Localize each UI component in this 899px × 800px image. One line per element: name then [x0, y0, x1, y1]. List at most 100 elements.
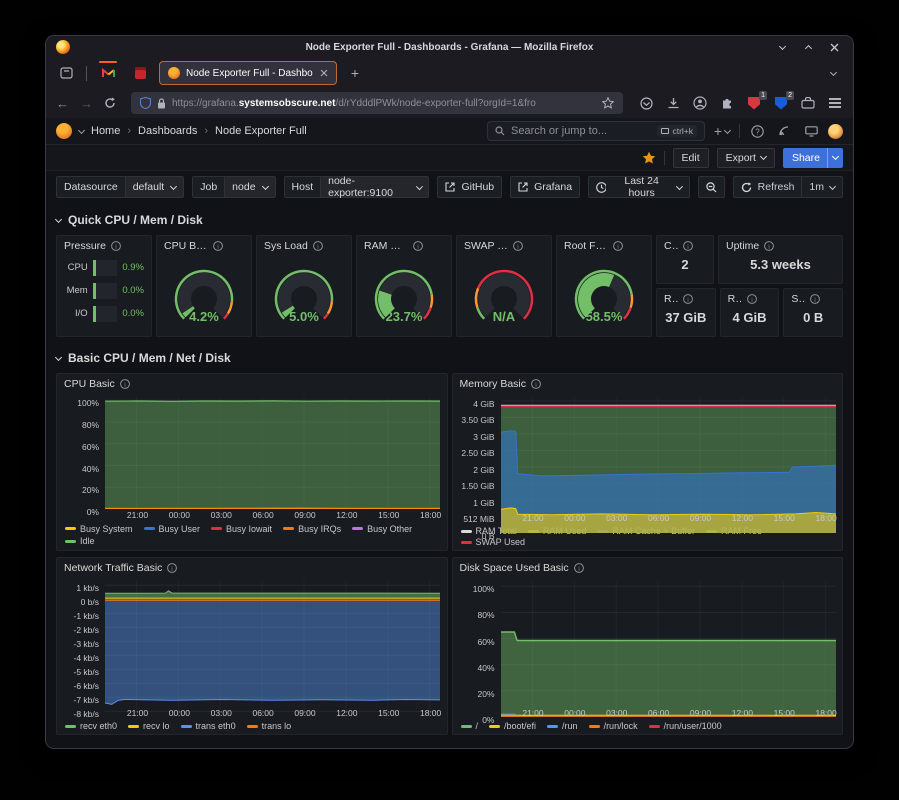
legend-item[interactable]: /	[461, 721, 479, 731]
tab-close-icon[interactable]	[320, 69, 328, 77]
legend-item[interactable]: /run/user/1000	[649, 721, 722, 731]
adblock-icon[interactable]: 1	[746, 95, 762, 111]
help-icon[interactable]: ?	[747, 125, 767, 138]
legend-item[interactable]: /run	[547, 721, 578, 731]
legend-swatch	[65, 725, 76, 728]
plot-area[interactable]	[105, 397, 440, 509]
job-select[interactable]: node	[224, 176, 275, 198]
plot-area[interactable]	[501, 397, 836, 512]
reload-icon[interactable]	[104, 97, 116, 109]
info-icon[interactable]: i	[111, 241, 121, 251]
panel-title[interactable]: CPU Busy	[164, 240, 208, 252]
panel-title[interactable]: Disk Space Used Basic	[460, 562, 569, 574]
legend-item[interactable]: trans eth0	[181, 721, 236, 731]
grafana-link-button[interactable]: Grafana	[510, 176, 580, 198]
info-icon[interactable]: i	[413, 241, 423, 251]
downloads-icon[interactable]	[665, 95, 681, 111]
info-icon[interactable]: i	[513, 241, 523, 251]
info-icon[interactable]: i	[683, 294, 693, 304]
legend-item[interactable]: Busy Other	[352, 524, 412, 534]
info-icon[interactable]: i	[764, 241, 774, 251]
plot-area[interactable]	[105, 581, 440, 707]
share-button[interactable]: Share	[783, 148, 827, 168]
pinned-tab-redapp[interactable]	[127, 61, 153, 85]
favorite-star-icon[interactable]	[642, 151, 656, 165]
url-bar[interactable]: https://grafana.systemsobscure.net/d/rYd…	[131, 92, 623, 114]
panel-title[interactable]: RootFS Total	[664, 293, 678, 305]
info-icon[interactable]: i	[810, 294, 820, 304]
zoom-out-button[interactable]	[698, 176, 725, 198]
display-icon[interactable]	[801, 126, 821, 137]
edit-button[interactable]: Edit	[673, 148, 709, 168]
panel-title[interactable]: RAM Used	[364, 240, 408, 252]
panel-title[interactable]: Uptime	[726, 240, 759, 252]
legend-item[interactable]: /boot/efi	[489, 721, 536, 731]
share-menu-chevron[interactable]	[827, 148, 843, 168]
legend-item[interactable]: Busy System	[65, 524, 133, 534]
legend-item[interactable]: Busy User	[144, 524, 201, 534]
info-icon[interactable]: i	[213, 241, 223, 251]
host-select[interactable]: node-exporter:9100	[320, 176, 429, 198]
breadcrumb-home[interactable]: Home	[91, 125, 120, 137]
panel-title[interactable]: Root FS Used	[564, 240, 608, 252]
legend-item[interactable]: recv eth0	[65, 721, 117, 731]
github-link-button[interactable]: GitHub	[437, 176, 502, 198]
panel-title[interactable]: SWAP Total	[791, 293, 805, 305]
info-icon[interactable]: i	[683, 241, 693, 251]
section-quick[interactable]: Quick CPU / Mem / Disk	[56, 209, 843, 231]
panel-title[interactable]: Pressure	[64, 240, 106, 252]
panel-title[interactable]: RAM Total	[728, 293, 742, 305]
info-icon[interactable]: i	[613, 241, 623, 251]
new-tab-button[interactable]: +	[343, 62, 367, 84]
pocket-icon[interactable]	[638, 95, 654, 111]
info-icon[interactable]: i	[120, 379, 130, 389]
window-minimize-button[interactable]	[777, 42, 787, 52]
panel-title[interactable]: Memory Basic	[460, 378, 527, 390]
refresh-interval-select[interactable]: 1m	[801, 177, 842, 197]
active-tab[interactable]: Node Exporter Full - Dashbo	[159, 61, 337, 85]
forward-icon[interactable]: →	[80, 97, 93, 110]
legend-item[interactable]: Idle	[65, 536, 95, 546]
panel-title[interactable]: Network Traffic Basic	[64, 562, 162, 574]
legend-item[interactable]: recv lo	[128, 721, 170, 731]
grafana-logo-icon[interactable]	[56, 123, 72, 139]
info-icon[interactable]: i	[747, 294, 757, 304]
menu-icon[interactable]	[827, 95, 843, 111]
window-close-button[interactable]	[829, 42, 839, 52]
back-icon[interactable]: ←	[56, 97, 69, 110]
add-new-button[interactable]: +	[712, 123, 732, 139]
list-all-tabs-icon[interactable]	[821, 62, 845, 84]
export-button[interactable]: Export	[717, 148, 775, 168]
legend-item[interactable]: Busy IRQs	[283, 524, 341, 534]
extensions-icon[interactable]	[719, 95, 735, 111]
window-maximize-button[interactable]	[803, 42, 813, 52]
containers-icon[interactable]	[800, 95, 816, 111]
bookmark-star-icon[interactable]	[602, 97, 614, 109]
info-icon[interactable]: i	[574, 563, 584, 573]
search-input[interactable]: Search or jump to... ctrl+k	[487, 121, 705, 141]
info-icon[interactable]: i	[167, 563, 177, 573]
legend-item[interactable]: /run/lock	[589, 721, 638, 731]
legend-item[interactable]: trans lo	[247, 721, 292, 731]
info-icon[interactable]: i	[313, 241, 323, 251]
account-icon[interactable]	[692, 95, 708, 111]
tracking-protection-shield-icon[interactable]	[140, 97, 151, 109]
news-icon[interactable]	[774, 125, 794, 137]
section-basic[interactable]: Basic CPU / Mem / Net / Disk	[56, 347, 843, 369]
breadcrumb-dashboards[interactable]: Dashboards	[138, 125, 197, 137]
info-icon[interactable]: i	[531, 379, 541, 389]
user-avatar[interactable]	[828, 124, 843, 139]
plot-area[interactable]	[501, 581, 836, 707]
panel-title[interactable]: Sys Load	[264, 240, 308, 252]
datasource-select[interactable]: default	[125, 176, 185, 198]
firefox-view-icon[interactable]	[54, 62, 78, 84]
refresh-button[interactable]: Refresh	[734, 177, 802, 197]
panel-title[interactable]: CPU Cores	[664, 240, 678, 252]
panel-title[interactable]: CPU Basic	[64, 378, 115, 390]
panel-title[interactable]: SWAP Used	[464, 240, 508, 252]
nav-expand-icon[interactable]	[78, 126, 85, 133]
password-manager-icon[interactable]: 2	[773, 95, 789, 111]
pinned-tab-gmail[interactable]	[95, 61, 121, 85]
time-range-picker[interactable]: Last 24 hours	[588, 176, 690, 198]
legend-item[interactable]: Busy Iowait	[211, 524, 272, 534]
